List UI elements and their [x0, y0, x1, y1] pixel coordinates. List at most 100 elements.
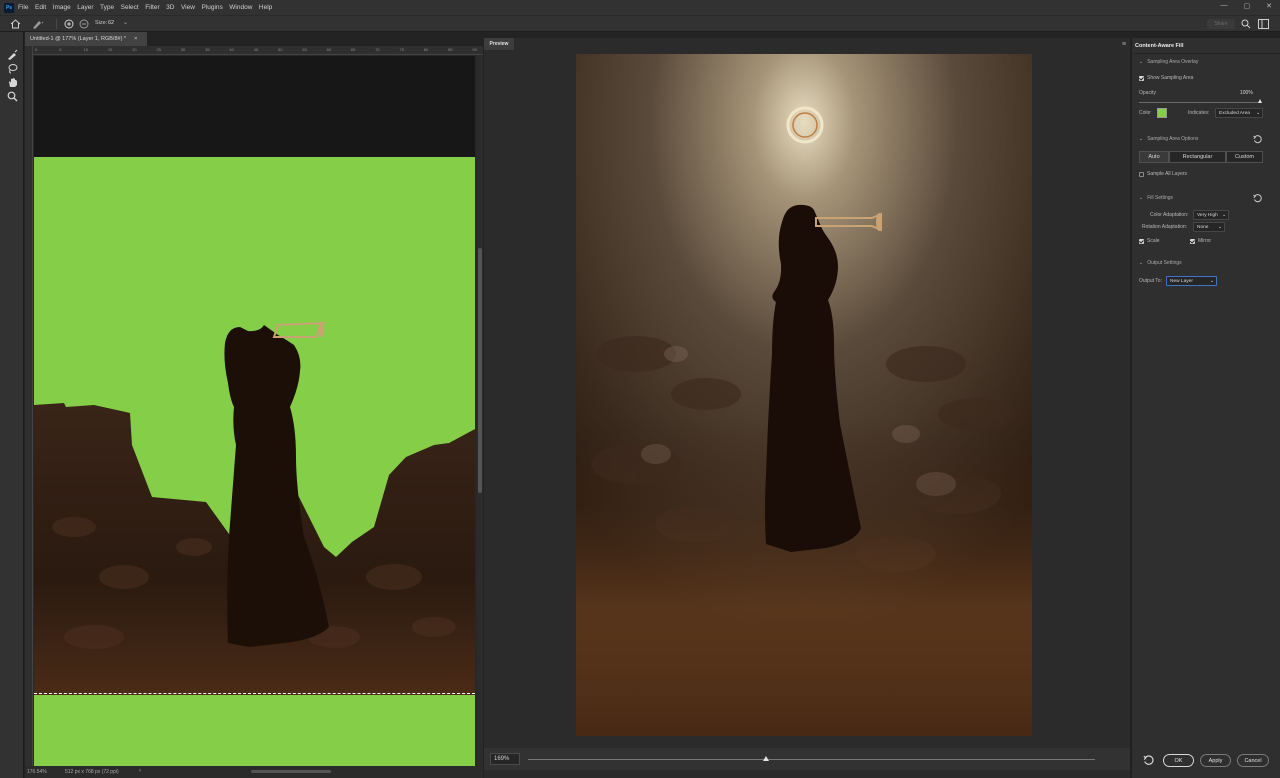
- menu-plugins[interactable]: Plugins: [201, 4, 222, 11]
- chevron-down-icon: ⌄: [1139, 260, 1144, 266]
- ruler-tick-label: 50: [278, 47, 283, 52]
- sample-all-layers-checkbox[interactable]: Sample All Layers: [1139, 171, 1187, 177]
- mirror-checkbox[interactable]: Mirror: [1190, 238, 1211, 244]
- subtract-mode-icon[interactable]: [79, 19, 89, 29]
- photoshop-logo-icon: Ps: [4, 2, 14, 13]
- color-label: Color: [1139, 110, 1151, 116]
- sampling-options-header[interactable]: ⌄ Sampling Area Options: [1139, 136, 1198, 142]
- indicates-dropdown[interactable]: Excluded Area ⌄: [1215, 108, 1263, 118]
- maximize-icon[interactable]: ▢: [1244, 2, 1251, 10]
- separator: [56, 19, 57, 29]
- ruler-labels: 0 5 10 15 20 25 30 35 40 45 50 55 60 65 70 75 80 85 90: [33, 46, 483, 55]
- divider: [1134, 53, 1280, 54]
- menu-filter[interactable]: Filter: [145, 4, 159, 11]
- workspace-icon[interactable]: [1258, 19, 1269, 29]
- ruler-tick-label: 45: [253, 47, 259, 52]
- menu-help[interactable]: Help: [259, 4, 272, 11]
- indicates-label: Indicates:: [1188, 110, 1210, 116]
- menu-window[interactable]: Window: [229, 4, 252, 11]
- close-window-icon[interactable]: ✕: [1266, 2, 1272, 10]
- home-icon[interactable]: [10, 19, 21, 29]
- ruler-tick-label: 90: [472, 47, 477, 52]
- vertical-scrollbar-thumb[interactable]: [478, 248, 482, 493]
- output-settings-header[interactable]: ⌄ Output Settings: [1139, 260, 1182, 266]
- menu-type[interactable]: Type: [100, 4, 114, 11]
- size-input[interactable]: 62: [108, 20, 114, 26]
- menu-file[interactable]: File: [18, 4, 28, 11]
- menu-bar: Ps File Edit Image Layer Type Select Fil…: [0, 0, 1280, 15]
- rotation-adaptation-label: Rotation Adaptation:: [1142, 224, 1188, 230]
- search-icon[interactable]: [1241, 19, 1251, 29]
- lasso-tool-icon[interactable]: [6, 62, 18, 74]
- cancel-button[interactable]: Cancel: [1237, 754, 1269, 767]
- preview-image[interactable]: [576, 54, 1032, 736]
- sampling-mode-rectangular[interactable]: Rectangular: [1169, 151, 1226, 163]
- preview-zoom-input[interactable]: 169%: [490, 753, 520, 765]
- hand-tool-icon[interactable]: [6, 76, 18, 88]
- chevron-down-icon: ⌄: [1139, 136, 1144, 142]
- scale-checkbox[interactable]: Scale: [1139, 238, 1160, 244]
- menu-select[interactable]: Select: [121, 4, 139, 11]
- ruler-tick-label: 60: [326, 47, 332, 52]
- ruler-tick-label: 30: [180, 47, 186, 52]
- sampling-mode-custom[interactable]: Custom: [1226, 151, 1263, 163]
- tab-preview[interactable]: Preview: [484, 38, 514, 50]
- status-bar: 176.54% 512 px x 768 px (72 ppi) ›: [25, 766, 483, 778]
- brush-preset-icon[interactable]: [31, 18, 45, 30]
- tools-panel: [0, 32, 24, 778]
- panel-menu-icon[interactable]: ≡: [1122, 41, 1126, 48]
- preview-zoom-slider-thumb[interactable]: [763, 756, 770, 761]
- sampling-brush-tool-icon[interactable]: [6, 48, 18, 60]
- ruler-tick-label: 10: [83, 47, 89, 52]
- ruler-tick-label: 55: [302, 47, 307, 52]
- panel-title: Content-Aware Fill: [1135, 43, 1184, 49]
- zoom-level[interactable]: 176.54%: [27, 769, 47, 775]
- sampling-overlay-header[interactable]: ⌄ Sampling Area Overlay: [1139, 59, 1198, 65]
- ruler-tick-label: 40: [229, 47, 234, 52]
- minimize-icon[interactable]: —: [1221, 2, 1228, 10]
- overlay-color-swatch[interactable]: [1157, 108, 1167, 118]
- menu-layer[interactable]: Layer: [77, 4, 93, 11]
- share-button[interactable]: Share: [1207, 19, 1235, 29]
- ruler-tick-label: 75: [399, 47, 404, 52]
- reset-fill-icon[interactable]: [1253, 194, 1262, 203]
- sampling-overlay-image: [34, 321, 475, 695]
- color-adaptation-dropdown[interactable]: Very High ⌄: [1193, 210, 1229, 220]
- chevron-down-icon: ⌄: [1221, 212, 1226, 218]
- output-to-dropdown[interactable]: New Layer ⌄: [1166, 276, 1217, 286]
- fill-settings-header[interactable]: ⌄ Fill Settings: [1139, 195, 1173, 201]
- close-tab-icon[interactable]: ×: [134, 36, 137, 42]
- zoom-tool-icon[interactable]: [6, 90, 18, 102]
- chevron-down-icon: ⌄: [1209, 278, 1214, 284]
- status-chevron-icon[interactable]: ›: [139, 768, 141, 774]
- add-mode-icon[interactable]: [64, 19, 74, 29]
- checkbox-checked-icon: [1139, 75, 1144, 81]
- show-sampling-area-checkbox[interactable]: Show Sampling Area: [1139, 75, 1193, 81]
- opacity-slider-thumb[interactable]: [1257, 99, 1262, 103]
- menu-view[interactable]: View: [181, 4, 195, 11]
- checkbox-unchecked-icon: [1139, 171, 1144, 177]
- size-dropdown-chevron-icon[interactable]: ⌄: [123, 19, 128, 26]
- horizontal-scrollbar-thumb[interactable]: [251, 770, 331, 773]
- preview-artwork: [576, 54, 1032, 736]
- rotation-adaptation-dropdown[interactable]: None ⌄: [1193, 222, 1225, 232]
- apply-button[interactable]: Apply: [1200, 754, 1231, 767]
- size-label: Size:: [95, 20, 108, 26]
- ruler-tick-label: 15: [107, 47, 113, 52]
- output-to-label: Output To:: [1139, 278, 1162, 284]
- document-dimensions: 512 px x 768 px (72 ppi): [65, 769, 119, 775]
- reset-sampling-icon[interactable]: [1253, 135, 1262, 144]
- ruler-tick-label: 0: [35, 47, 38, 52]
- preview-zoom-slider-track[interactable]: [528, 759, 1095, 760]
- ok-button[interactable]: OK: [1163, 754, 1194, 767]
- document-image[interactable]: [34, 157, 475, 767]
- menu-3d[interactable]: 3D: [166, 4, 174, 11]
- menu-edit[interactable]: Edit: [35, 4, 46, 11]
- ruler-tick-label: 25: [156, 47, 161, 52]
- opacity-value[interactable]: 100%: [1240, 90, 1253, 96]
- reset-all-icon[interactable]: [1143, 755, 1154, 766]
- menu-image[interactable]: Image: [53, 4, 71, 11]
- document-tab[interactable]: Untitled-1 @ 177% (Layer 1, RGB/8#) * ×: [25, 32, 147, 46]
- sampling-mode-auto[interactable]: Auto: [1139, 151, 1169, 163]
- opacity-slider-track[interactable]: [1139, 102, 1260, 103]
